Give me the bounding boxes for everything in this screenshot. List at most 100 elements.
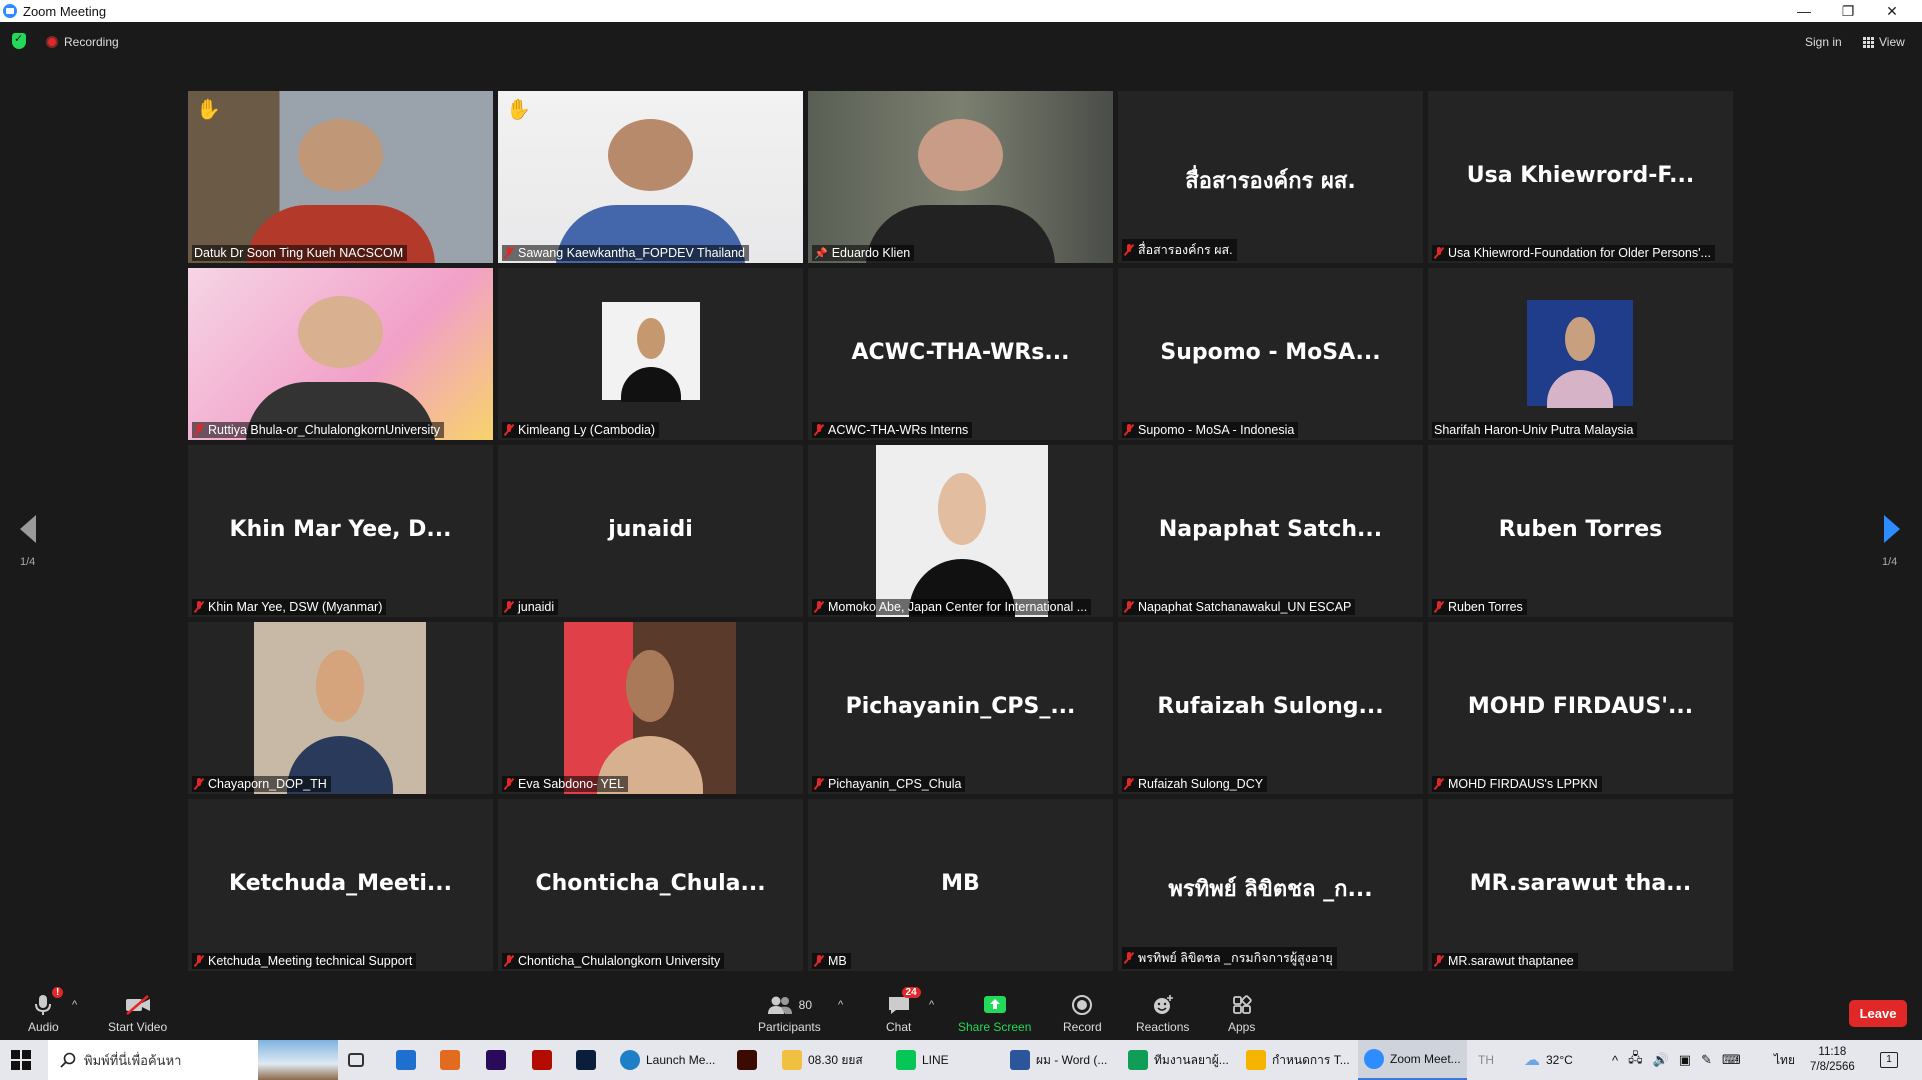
pen-icon[interactable]: ✎ — [1701, 1052, 1712, 1068]
mail-app-icon[interactable] — [396, 1040, 416, 1080]
participant-display-name: Khin Mar Yee, D... — [229, 517, 452, 542]
participant-tile[interactable]: Eva Sabdono- YEL — [498, 622, 803, 794]
sign-in-button[interactable]: Sign in — [1805, 35, 1842, 49]
notification-center-icon[interactable]: 1 — [1880, 1040, 1898, 1080]
encryption-shield-icon[interactable] — [12, 32, 26, 49]
muted-microphone-icon — [814, 424, 824, 436]
minimize-button[interactable]: — — [1782, 0, 1826, 22]
participant-tile[interactable]: Chonticha_Chula... Chonticha_Chulalongkor… — [498, 799, 803, 971]
windows-start-button[interactable] — [10, 1040, 32, 1080]
person-head — [937, 472, 987, 545]
participant-tile[interactable]: Ruben Torres Ruben Torres — [1428, 445, 1733, 617]
participant-tile[interactable]: พรทิพย์ ลิขิตชล _ก... พรทิพย์ ลิขิตชล _กร… — [1118, 799, 1423, 971]
participant-name-label: MOHD FIRDAUS's LPPKN — [1432, 776, 1602, 792]
clock[interactable]: 11:18 7/8/2566 — [1810, 1040, 1855, 1080]
participant-tile[interactable]: สื่อสารองค์กร ผส. สื่อสารองค์กร ผส. — [1118, 91, 1423, 263]
windows-logo-icon — [11, 1050, 31, 1070]
participant-tile[interactable]: Supomo - MoSA... Supomo - MoSA - Indonesi… — [1118, 268, 1423, 440]
participant-tile[interactable]: ✋ Sawang Kaewkantha_FOPDEV Thailand — [498, 91, 803, 263]
participant-tile[interactable]: Momoko Abe, Japan Center for Internation… — [808, 445, 1113, 617]
taskbar-app-edge[interactable]: Launch Me... — [614, 1040, 721, 1080]
chat-button[interactable]: 24 Chat — [886, 987, 921, 1034]
participant-name-label: ACWC-THA-WRs Interns — [812, 422, 973, 438]
taskbar-app-sheets[interactable]: ทีมงานลยาผู้... — [1122, 1040, 1235, 1080]
view-label: View — [1879, 35, 1905, 49]
taskbar-app-chrome[interactable]: กำหนดการ T... — [1240, 1040, 1356, 1080]
participant-tile[interactable]: ✋ Datuk Dr Soon Ting Kueh NACSCOM — [188, 91, 493, 263]
audio-warning-badge: ! — [52, 987, 64, 998]
muted-microphone-icon — [504, 601, 514, 613]
participant-name: MOHD FIRDAUS's LPPKN — [1448, 777, 1598, 791]
participant-tile[interactable]: Pichayanin_CPS_... Pichayanin_CPS_Chula — [808, 622, 1113, 794]
acrobat-app-icon[interactable] — [532, 1040, 552, 1080]
participant-video — [1527, 300, 1633, 409]
participant-video — [498, 91, 803, 263]
leave-button[interactable]: Leave — [1849, 1000, 1907, 1027]
ime-indicator[interactable]: ไทย — [1774, 1040, 1795, 1080]
tray-chevron-icon[interactable]: ^ — [1612, 1053, 1618, 1068]
word-icon — [1010, 1050, 1030, 1070]
previous-page-arrow-icon[interactable] — [20, 515, 36, 543]
premiere-app-icon[interactable] — [486, 1040, 506, 1080]
participant-display-name: Usa Khiewrord-F... — [1466, 163, 1695, 188]
share-screen-button[interactable]: Share Screen — [958, 993, 1031, 1034]
weather-widget[interactable]: ☁ 32°C — [1524, 1040, 1573, 1080]
system-tray-icons[interactable]: ^ 🖧 🔊 ▣ ✎ ⌨ — [1612, 1040, 1741, 1080]
search-highlight-lighthouse-icon — [258, 1040, 338, 1080]
taskbar-search-input[interactable]: พิมพ์ที่นี่เพื่อค้นหา — [48, 1040, 338, 1080]
recording-label[interactable]: Recording — [64, 35, 119, 49]
store-app-icon[interactable] — [440, 1040, 460, 1080]
photoshop-app-icon[interactable] — [576, 1040, 596, 1080]
participant-tile[interactable]: ACWC-THA-WRs... ACWC-THA-WRs Interns — [808, 268, 1113, 440]
participant-tile[interactable]: junaidi junaidi — [498, 445, 803, 617]
taskbar-app-folder[interactable]: 08.30 ยยส — [776, 1040, 869, 1080]
pin-icon: 📌 — [814, 247, 828, 260]
raised-hand-icon: ✋ — [506, 99, 531, 121]
record-button[interactable]: Record — [1063, 993, 1102, 1034]
participants-options-caret-icon[interactable]: ^ — [838, 999, 843, 1011]
volume-icon[interactable]: 🔊 — [1653, 1052, 1669, 1068]
participant-tile[interactable]: Ketchuda_Meeti... Ketchuda_Meeting techni… — [188, 799, 493, 971]
participant-tile[interactable]: Kimleang Ly (Cambodia) — [498, 268, 803, 440]
slides-icon — [1246, 1050, 1266, 1070]
taskbar-app-word[interactable]: ผม - Word (... — [1004, 1040, 1113, 1080]
close-button[interactable]: ✕ — [1870, 0, 1914, 22]
share-screen-icon — [983, 996, 1006, 1013]
participant-tile[interactable]: MB MB — [808, 799, 1113, 971]
start-video-button[interactable]: Start Video — [108, 993, 167, 1034]
view-button[interactable]: View — [1863, 35, 1905, 49]
network-icon[interactable]: 🖧 — [1628, 1049, 1643, 1071]
participant-tile[interactable]: MR.sarawut tha... MR.sarawut thaptanee — [1428, 799, 1733, 971]
participant-tile[interactable]: Ruttiya Bhula-or_ChulalongkornUniversity — [188, 268, 493, 440]
language-indicator[interactable]: TH — [1478, 1040, 1494, 1080]
reactions-button[interactable]: Reactions — [1136, 993, 1189, 1034]
participant-tile[interactable]: 📌 Eduardo Klien — [808, 91, 1113, 263]
participant-tile[interactable]: Sharifah Haron-Univ Putra Malaysia — [1428, 268, 1733, 440]
apps-button[interactable]: Apps — [1228, 993, 1255, 1034]
participants-button[interactable]: 80 Participants — [758, 993, 821, 1034]
participants-label: Participants — [758, 1020, 821, 1034]
participant-video — [876, 445, 1048, 617]
participant-display-name: พรทิพย์ ลิขิตชล _ก... — [1168, 877, 1373, 902]
taskbar-app-line[interactable]: LINE — [890, 1040, 955, 1080]
participant-tile[interactable]: Khin Mar Yee, D... Khin Mar Yee, DSW (Mya… — [188, 445, 493, 617]
audio-button[interactable]: ! Audio — [28, 987, 64, 1034]
participant-tile[interactable]: Rufaizah Sulong... Rufaizah Sulong_DCY — [1118, 622, 1423, 794]
participant-tile[interactable]: MOHD FIRDAUS'... MOHD FIRDAUS's LPPKN — [1428, 622, 1733, 794]
participant-tile[interactable]: Chayaporn_DOP_TH — [188, 622, 493, 794]
next-page-arrow-icon[interactable] — [1884, 515, 1900, 543]
illustrator-app-icon[interactable] — [737, 1040, 757, 1080]
chat-options-caret-icon[interactable]: ^ — [929, 999, 934, 1011]
participant-tile[interactable]: Usa Khiewrord-F... Usa Khiewrord-Foundati… — [1428, 91, 1733, 263]
participant-name-label: Khin Mar Yee, DSW (Myanmar) — [192, 599, 387, 615]
audio-options-caret-icon[interactable]: ^ — [72, 999, 77, 1011]
taskbar-app-zoom[interactable]: Zoom Meet... — [1358, 1040, 1467, 1080]
restore-button[interactable]: ❐ — [1826, 0, 1870, 22]
participant-tile[interactable]: Napaphat Satch... Napaphat Satchanawakul_… — [1118, 445, 1423, 617]
keyboard-icon[interactable]: ⌨ — [1722, 1052, 1741, 1068]
device-icon[interactable]: ▣ — [1679, 1052, 1691, 1068]
participant-name-label: MB — [812, 953, 851, 969]
page-indicator-right: 1/4 — [1882, 556, 1898, 568]
task-view-icon[interactable] — [348, 1040, 364, 1080]
muted-microphone-icon — [504, 424, 514, 436]
